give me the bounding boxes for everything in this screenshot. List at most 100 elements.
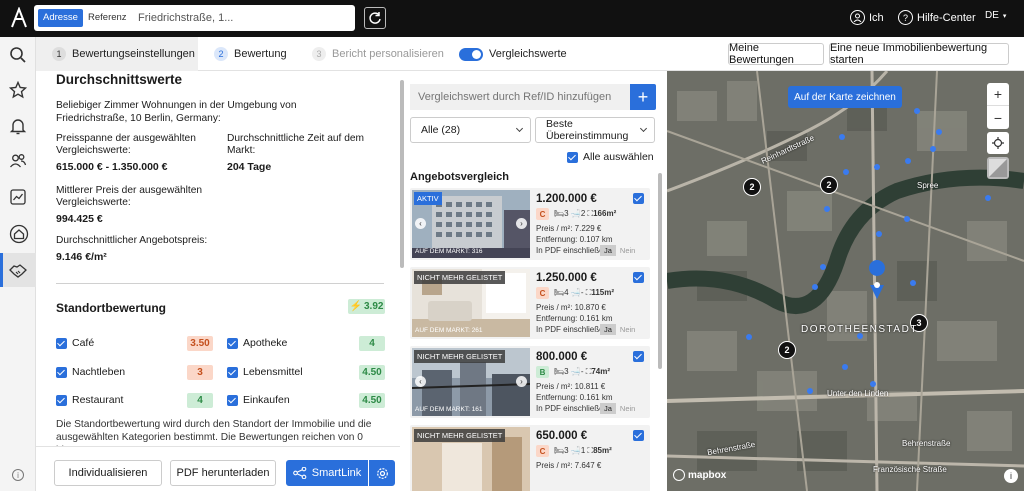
listing-photo[interactable]: NICHT MEHR GELISTET <box>412 427 530 491</box>
address-search-input[interactable] <box>138 10 258 26</box>
prev-photo-arrow[interactable]: ‹ <box>415 218 426 229</box>
yes-option[interactable]: Ja <box>600 245 616 256</box>
checkbox[interactable] <box>56 366 67 378</box>
search-icon[interactable] <box>6 43 30 67</box>
locate-button[interactable] <box>987 132 1009 154</box>
status-tag: AKTIV <box>414 192 442 205</box>
add-comparable-button[interactable]: + <box>630 84 656 110</box>
comparables-toggle[interactable] <box>459 48 483 61</box>
category-pharmacy[interactable]: Apotheke <box>227 336 287 350</box>
share-icon <box>292 467 307 479</box>
zoom-in-button[interactable]: + <box>987 83 1009 106</box>
checkbox[interactable] <box>227 337 238 349</box>
checkbox[interactable] <box>227 366 238 378</box>
prev-photo-arrow[interactable]: ‹ <box>415 376 426 387</box>
mapbox-attribution: mapbox <box>673 469 726 481</box>
toggle-reference[interactable]: Referenz <box>83 9 132 27</box>
tab-valuation[interactable]: 2 Bewertung <box>214 37 287 71</box>
map-style-toggle[interactable] <box>987 157 1009 179</box>
rooms: 4 <box>564 288 569 297</box>
averages-title: Durchschnittswerte <box>56 72 183 87</box>
pdf-include-toggle[interactable]: Ja Nein <box>600 245 639 256</box>
listing-checkbox[interactable] <box>633 430 644 441</box>
price-per-sqm: Preis / m²: 10.811 € <box>536 382 606 391</box>
smartlink-settings-button[interactable] <box>369 460 395 486</box>
map-cluster-marker[interactable]: 2 <box>778 341 796 359</box>
map-cluster-marker[interactable]: 2 <box>820 176 838 194</box>
category-groceries[interactable]: Lebensmittel <box>227 365 303 379</box>
no-option[interactable]: Nein <box>616 324 639 335</box>
listing-photo[interactable]: NICHT MEHR GELISTET ‹ › AUF DEM MARKT: 1… <box>412 348 530 416</box>
filter-all-select[interactable]: Alle (28) <box>410 117 531 143</box>
avg-time-stat: Durchschnittliche Zeit auf dem Markt: 20… <box>227 133 377 173</box>
area: 85m² <box>593 446 612 455</box>
user-menu[interactable]: Ich <box>850 10 884 25</box>
listing-photo[interactable]: NICHT MEHR GELISTET AUF DEM MARKT: 261 <box>412 269 530 337</box>
tab-personalize-report[interactable]: 3 Bericht personalisieren <box>312 37 444 71</box>
bath-icon: 🛁 <box>570 209 581 218</box>
listing-photo[interactable]: AKTIV ‹ › AUF DEM MARKT: 316 <box>412 190 530 258</box>
customize-button[interactable]: Individualisieren <box>54 460 162 486</box>
smartlink-button[interactable]: SmartLink <box>286 460 368 486</box>
toggle-label: Vergleichswerte <box>489 48 567 60</box>
tab-settings[interactable]: 1 Bewertungseinstellungen <box>52 37 195 71</box>
checkbox[interactable] <box>567 151 578 163</box>
listing-price: 1.200.000 € <box>536 193 597 205</box>
handshake-icon[interactable] <box>6 258 30 282</box>
listing-checkbox[interactable] <box>633 351 644 362</box>
baths: 1 <box>580 446 586 455</box>
language-select[interactable]: DE ▾ <box>985 10 1006 21</box>
category-shopping[interactable]: Einkaufen <box>227 393 290 407</box>
stat-value: 994.425 € <box>56 213 103 225</box>
checkbox[interactable] <box>56 337 67 349</box>
select-all[interactable]: Alle auswählen <box>567 151 654 163</box>
listing-features: 🛏3 🛁- ⛶74m² <box>554 367 610 377</box>
yes-option[interactable]: Ja <box>600 324 616 335</box>
listing-checkbox[interactable] <box>633 193 644 204</box>
home-valuation-icon[interactable] <box>7 222 31 246</box>
users-icon[interactable] <box>6 149 30 173</box>
satellite-map[interactable] <box>667 71 1024 491</box>
map-view[interactable]: 2 2 3 2 DOROTHEENSTADT Reinhardtstraße S… <box>667 71 1024 491</box>
category-restaurant[interactable]: Restaurant <box>56 393 123 407</box>
comparables-scrollbar[interactable] <box>658 173 662 369</box>
bell-icon[interactable] <box>6 114 30 138</box>
stat-value: 9.146 €/m² <box>56 251 107 263</box>
draw-on-map-button[interactable]: Auf der Karte zeichnen <box>788 86 902 108</box>
zoom-out-button[interactable]: − <box>987 106 1009 129</box>
pdf-download-button[interactable]: PDF herunterladen <box>170 460 276 486</box>
mapbox-logo-icon <box>673 469 685 481</box>
map-cluster-marker[interactable]: 2 <box>743 178 761 196</box>
filter-match-select[interactable]: Beste Übereinstimmung <box>535 117 655 143</box>
chart-icon[interactable] <box>6 185 30 209</box>
refresh-button[interactable] <box>364 7 386 29</box>
my-valuations-button[interactable]: Meine Bewertungen <box>728 42 824 66</box>
listing-card[interactable]: AKTIV ‹ › AUF DEM MARKT: 316 1.200.000 €… <box>410 188 650 260</box>
next-photo-arrow[interactable]: › <box>516 218 527 229</box>
checkbox[interactable] <box>227 394 238 406</box>
pdf-include-toggle[interactable]: Ja Nein <box>600 324 639 335</box>
listing-checkbox[interactable] <box>633 272 644 283</box>
no-option[interactable]: Nein <box>616 245 639 256</box>
listing-card[interactable]: NICHT MEHR GELISTET 650.000 € C 🛏3 🛁1 ⛶8… <box>410 425 650 491</box>
checkbox[interactable] <box>56 394 67 406</box>
toggle-address[interactable]: Adresse <box>38 9 83 27</box>
help-center-link[interactable]: ? Hilfe-Center <box>898 10 976 25</box>
info-icon[interactable]: i <box>6 463 30 487</box>
next-photo-arrow[interactable]: › <box>516 376 527 387</box>
category-label: Apotheke <box>243 337 288 349</box>
star-icon[interactable] <box>6 78 30 102</box>
map-info-button[interactable]: i <box>1004 469 1018 483</box>
category-cafe[interactable]: Café <box>56 336 94 350</box>
category-nightlife[interactable]: Nachtleben <box>56 365 125 379</box>
ref-id-input[interactable] <box>410 84 632 110</box>
avg-price-stat: Mittlerer Preis der ausgewählten Verglei… <box>56 185 216 225</box>
yes-option[interactable]: Ja <box>600 403 616 414</box>
app-logo[interactable] <box>8 6 30 29</box>
valuation-panel: Durchschnittswerte Beliebiger Zimmer Woh… <box>36 71 400 446</box>
new-valuation-button[interactable]: Eine neue Immobilienbewertung starten <box>829 42 1009 66</box>
listing-card[interactable]: NICHT MEHR GELISTET ‹ › AUF DEM MARKT: 1… <box>410 346 650 418</box>
pdf-include-toggle[interactable]: Ja Nein <box>600 403 639 414</box>
listing-card[interactable]: NICHT MEHR GELISTET AUF DEM MARKT: 261 1… <box>410 267 650 339</box>
no-option[interactable]: Nein <box>616 403 639 414</box>
